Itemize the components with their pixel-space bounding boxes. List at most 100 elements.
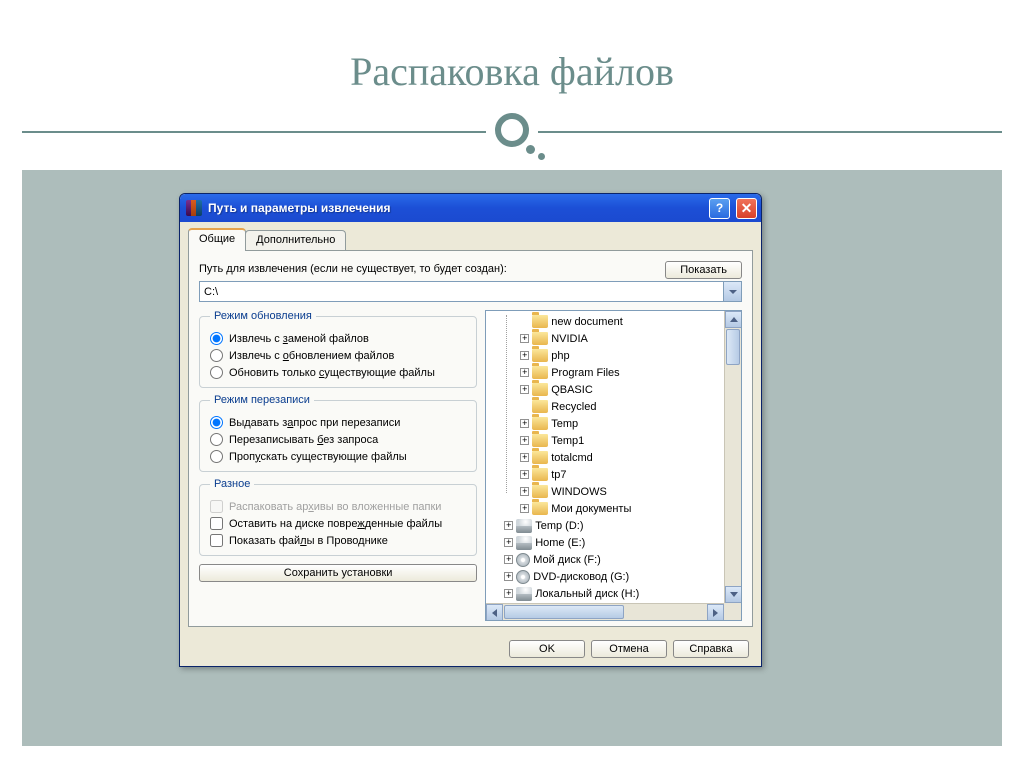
tree-node[interactable]: + Temp1	[488, 432, 724, 449]
scroll-down-button[interactable]	[725, 586, 742, 603]
path-dropdown-button[interactable]	[723, 282, 741, 301]
tree-node-label: tp7	[551, 469, 566, 481]
tree-expander-icon[interactable]: +	[520, 436, 529, 445]
overwrite-opt-skip-label[interactable]: Пропускать существующие файлы	[229, 451, 407, 463]
cd-drive-icon	[516, 570, 530, 584]
overwrite-opt-skip[interactable]	[210, 450, 223, 463]
tree-expander-icon	[520, 317, 529, 326]
update-opt-existing-label[interactable]: Обновить только существующие файлы	[229, 367, 435, 379]
tree-expander-icon[interactable]: +	[520, 419, 529, 428]
titlebar-close-button[interactable]: ✕	[736, 198, 757, 219]
tree-node[interactable]: + Home (E:)	[488, 534, 724, 551]
vscroll-thumb[interactable]	[726, 329, 740, 365]
tree-expander-icon[interactable]: +	[504, 589, 513, 598]
misc-chk-nested	[210, 500, 223, 513]
folder-icon	[532, 315, 548, 328]
overwrite-opt-silent-label[interactable]: Перезаписывать без запроса	[229, 434, 378, 446]
tree-expander-icon[interactable]: +	[520, 334, 529, 343]
scroll-right-button[interactable]	[707, 604, 724, 621]
tree-node[interactable]: +DVD-дисковод (G:)	[488, 568, 724, 585]
folder-icon	[532, 400, 548, 413]
tree-expander-icon[interactable]: +	[520, 351, 529, 360]
tree-node[interactable]: new document	[488, 313, 724, 330]
tree-node[interactable]: + php	[488, 347, 724, 364]
tree-node-label: Temp (D:)	[535, 520, 583, 532]
path-combo[interactable]	[199, 281, 742, 302]
hard-drive-icon	[516, 587, 532, 601]
tree-expander-icon[interactable]: +	[520, 504, 529, 513]
winrar-icon	[186, 200, 202, 216]
misc-chk-show-explorer[interactable]	[210, 534, 223, 547]
tree-node[interactable]: +Локальный диск (H:)	[488, 585, 724, 602]
folder-icon	[532, 468, 548, 481]
hscroll-thumb[interactable]	[504, 605, 624, 619]
tree-node[interactable]: Recycled	[488, 398, 724, 415]
folder-icon	[532, 417, 548, 430]
cd-drive-icon	[516, 553, 530, 567]
tree-expander-icon[interactable]: +	[520, 368, 529, 377]
help-button[interactable]: Справка	[673, 640, 749, 658]
tree-node[interactable]: +Temp	[488, 415, 724, 432]
tree-expander-icon[interactable]: +	[520, 453, 529, 462]
update-opt-existing[interactable]	[210, 366, 223, 379]
titlebar-help-button[interactable]: ?	[709, 198, 730, 219]
overwrite-mode-legend: Режим перезаписи	[210, 394, 314, 406]
hard-drive-icon	[516, 519, 532, 533]
folder-tree[interactable]: new document + NVIDIA + php +Program Files+QB…	[486, 311, 724, 603]
slide-ornament	[0, 125, 1024, 171]
folder-icon	[532, 451, 548, 464]
update-opt-update-label[interactable]: Извлечь с обновлением файлов	[229, 350, 394, 362]
tree-node-label: Temp1	[551, 435, 584, 447]
misc-chk-keep-broken-label[interactable]: Оставить на диске поврежденные файлы	[229, 518, 442, 530]
folder-icon	[532, 485, 548, 498]
overwrite-opt-ask[interactable]	[210, 416, 223, 429]
tree-node[interactable]: + NVIDIA	[488, 330, 724, 347]
tree-expander-icon[interactable]: +	[504, 538, 513, 547]
tree-node[interactable]: +WINDOWS	[488, 483, 724, 500]
tree-node[interactable]: + tp7	[488, 466, 724, 483]
tree-node[interactable]: +Program Files	[488, 364, 724, 381]
scroll-up-button[interactable]	[725, 311, 742, 328]
overwrite-opt-ask-label[interactable]: Выдавать запрос при перезаписи	[229, 417, 400, 429]
update-opt-replace-label[interactable]: Извлечь с заменой файлов	[229, 333, 369, 345]
tab-general[interactable]: Общие	[188, 228, 246, 251]
tree-node[interactable]: +Мои документы	[488, 500, 724, 517]
tree-expander-icon[interactable]: +	[520, 487, 529, 496]
cancel-button[interactable]: Отмена	[591, 640, 667, 658]
tree-node[interactable]: +Мой диск (F:)	[488, 551, 724, 568]
options-column: Режим обновления Извлечь с заменой файло…	[199, 310, 477, 621]
tree-expander-icon[interactable]: +	[504, 572, 513, 581]
ok-button[interactable]: OK	[509, 640, 585, 658]
tree-expander-icon[interactable]: +	[520, 385, 529, 394]
show-button[interactable]: Показать	[665, 261, 742, 279]
update-opt-replace[interactable]	[210, 332, 223, 345]
tree-expander-icon[interactable]: +	[520, 470, 529, 479]
tree-node-label: php	[551, 350, 569, 362]
horizontal-scrollbar[interactable]	[486, 603, 724, 620]
misc-chk-keep-broken[interactable]	[210, 517, 223, 530]
tree-node[interactable]: + totalcmd	[488, 449, 724, 466]
tree-expander-icon[interactable]: +	[504, 555, 513, 564]
folder-icon	[532, 332, 548, 345]
update-mode-legend: Режим обновления	[210, 310, 316, 322]
save-settings-button[interactable]: Сохранить установки	[199, 564, 477, 582]
tree-node-label: totalcmd	[551, 452, 593, 464]
tab-advanced[interactable]: Дополнительно	[245, 230, 346, 250]
tree-node[interactable]: +QBASIC	[488, 381, 724, 398]
tree-node-label: Home (E:)	[535, 537, 585, 549]
update-mode-group: Режим обновления Извлечь с заменой файло…	[199, 310, 477, 388]
overwrite-opt-silent[interactable]	[210, 433, 223, 446]
tree-node[interactable]: + Temp (D:)	[488, 517, 724, 534]
window-body: Общие Дополнительно Путь для извлечения …	[182, 222, 759, 664]
vertical-scrollbar[interactable]	[724, 311, 741, 603]
update-opt-update[interactable]	[210, 349, 223, 362]
misc-legend: Разное	[210, 478, 254, 490]
folder-icon	[532, 434, 548, 447]
title-bar[interactable]: Путь и параметры извлечения ? ✕	[180, 194, 761, 222]
slide-title: Распаковка файлов	[0, 0, 1024, 95]
path-input[interactable]	[200, 282, 723, 301]
tree-node-label: NVIDIA	[551, 333, 588, 345]
misc-chk-show-explorer-label[interactable]: Показать файлы в Проводнике	[229, 535, 388, 547]
scroll-left-button[interactable]	[486, 604, 503, 621]
tree-expander-icon[interactable]: +	[504, 521, 513, 530]
